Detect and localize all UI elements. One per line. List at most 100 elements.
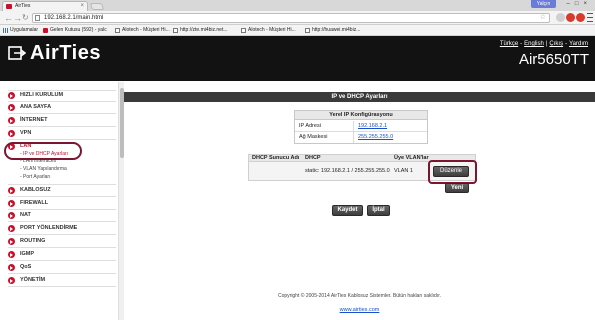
bookmark-star-icon[interactable]: ☆ xyxy=(540,14,546,22)
divider xyxy=(8,126,116,127)
copyright-text: Copyright © 2005-2014 AirTies Kablosuz S… xyxy=(277,293,442,299)
separator: - xyxy=(565,41,568,47)
col-dhcp: DHCP xyxy=(305,155,321,161)
browser-toolbar: ← → ↻ 192.168.2.1/main.html ☆ xyxy=(0,11,595,25)
separator: | xyxy=(545,41,548,47)
sidebar-item-nat[interactable]: NAT xyxy=(8,211,31,220)
mail-icon xyxy=(43,28,48,33)
divider xyxy=(8,221,116,222)
apps-grid-icon xyxy=(3,28,8,33)
sidebar-item-routing[interactable]: ROUTING xyxy=(8,237,45,246)
col-dhcp-server-name: DHCP Sunucu Adı xyxy=(252,155,300,161)
bookmark-inbox[interactable]: Gelen Kutusu (592) - yalc xyxy=(42,25,107,36)
lang-turkish-link[interactable]: Türkçe xyxy=(500,41,518,47)
bookmark-apps[interactable]: Uygulamalar xyxy=(2,25,38,36)
divider xyxy=(8,184,116,185)
airties-logo-icon xyxy=(8,46,26,60)
sidebar-item-vpn[interactable]: VPN xyxy=(8,129,31,138)
arrow-bullet-icon xyxy=(8,92,15,99)
edit-highlight-ring xyxy=(428,160,477,184)
profile-badge[interactable]: Yalçın xyxy=(531,0,556,8)
sidebar-item-wireless[interactable]: KABLOSUZ xyxy=(8,186,51,195)
window-controls[interactable]: –□× xyxy=(567,0,592,8)
section-title: IP ve DHCP Ayarları xyxy=(124,92,595,102)
sidebar: HIZLI KURULUM ANA SAYFA İNTERNET VPN LAN… xyxy=(0,82,118,320)
divider xyxy=(8,247,116,248)
sidebar-sub-port-settings[interactable]: - Port Ayarları xyxy=(20,174,50,181)
page-icon xyxy=(173,28,178,33)
bookmark-huawei[interactable]: http://huawei.mi4biz... xyxy=(304,25,360,36)
arrow-bullet-icon xyxy=(8,251,15,258)
back-arrow-icon[interactable]: ← xyxy=(4,13,13,23)
divider xyxy=(8,234,116,235)
cancel-button[interactable]: İptal xyxy=(367,205,390,216)
bookmark-alotech[interactable]: Alotech - Müşteri Hi... xyxy=(114,25,170,36)
logo-text: AirTies xyxy=(30,42,101,64)
divider xyxy=(8,139,116,140)
chrome-menu-icon[interactable] xyxy=(587,13,593,22)
tab-title: AirTies xyxy=(15,3,31,9)
page-icon xyxy=(241,28,246,33)
sidebar-item-quick-setup[interactable]: HIZLI KURULUM xyxy=(8,91,63,100)
subnet-mask-row: Ağ Maskesi 255.255.255.0 xyxy=(295,132,427,143)
page-icon xyxy=(35,15,40,21)
dhcp-static-value: static: 192.168.2.1 / 255.255.255.0 xyxy=(305,168,390,174)
logout-link[interactable]: Çıkış xyxy=(549,41,563,47)
forward-arrow-icon[interactable]: → xyxy=(13,13,22,23)
airties-website-link[interactable]: www.airties.com xyxy=(124,307,595,313)
divider xyxy=(353,121,354,132)
sidebar-item-firewall[interactable]: FIREWALL xyxy=(8,199,48,208)
page-icon xyxy=(115,28,120,33)
airties-favicon-icon xyxy=(6,4,12,9)
arrow-bullet-icon xyxy=(8,238,15,245)
divider xyxy=(8,286,116,287)
local-ip-config-panel: Yerel IP Konfigürasyonu IP Adresi 192.16… xyxy=(294,110,428,144)
extension-red-icon[interactable] xyxy=(566,13,575,22)
extension-red-icon-2[interactable] xyxy=(576,13,585,22)
sidebar-item-qos[interactable]: QoS xyxy=(8,263,31,272)
sidebar-scrollbar[interactable] xyxy=(118,82,124,320)
new-button[interactable]: Yeni xyxy=(445,183,469,193)
subnet-mask-link[interactable]: 255.255.255.0 xyxy=(358,132,393,143)
arrow-bullet-icon xyxy=(8,187,15,194)
arrow-bullet-icon xyxy=(8,264,15,271)
save-button[interactable]: Kaydet xyxy=(332,205,363,216)
tab-close-icon[interactable]: × xyxy=(80,2,84,11)
header-curve xyxy=(0,70,595,81)
subnet-mask-label: Ağ Maskesi xyxy=(299,134,328,140)
sidebar-item-internet[interactable]: İNTERNET xyxy=(8,116,48,125)
sidebar-sub-vlan[interactable]: - VLAN Yapılandırma xyxy=(20,166,67,173)
bookmark-zte[interactable]: http://zte.mi4biz.net... xyxy=(172,25,228,36)
help-link[interactable]: Yardım xyxy=(569,41,588,47)
arrow-bullet-icon xyxy=(8,117,15,124)
bookmark-alotech-2[interactable]: Alotech - Müşteri Hi... xyxy=(240,25,296,36)
arrow-bullet-icon xyxy=(8,200,15,207)
extension-icon[interactable] xyxy=(556,13,565,22)
lang-english-link[interactable]: English xyxy=(524,41,544,47)
sidebar-item-management[interactable]: YÖNETİM xyxy=(8,276,45,285)
sidebar-item-home[interactable]: ANA SAYFA xyxy=(8,103,51,112)
reload-icon[interactable]: ↻ xyxy=(22,13,29,23)
address-url: 192.168.2.1/main.html xyxy=(44,15,104,21)
divider xyxy=(353,132,354,143)
new-tab-button[interactable] xyxy=(89,3,105,10)
arrow-bullet-icon xyxy=(8,104,15,111)
divider xyxy=(8,113,116,114)
arrow-bullet-icon xyxy=(8,277,15,284)
divider xyxy=(8,209,116,210)
browser-tab[interactable]: AirTies × xyxy=(2,1,88,11)
col-member-vlans: Üye VLAN'lar xyxy=(394,155,429,161)
browser-tabstrip: AirTies × Yalçın –□× xyxy=(0,0,595,11)
divider xyxy=(8,196,116,197)
sidebar-item-igmp[interactable]: IGMP xyxy=(8,250,34,259)
address-bar[interactable]: 192.168.2.1/main.html ☆ xyxy=(32,13,550,23)
page-icon xyxy=(305,28,310,33)
ip-config-title: Yerel IP Konfigürasyonu xyxy=(295,111,427,120)
ip-address-link[interactable]: 192.168.2.1 xyxy=(358,121,387,132)
sidebar-item-port-forwarding[interactable]: PORT YÖNLENDİRME xyxy=(8,224,77,233)
arrow-bullet-icon xyxy=(8,130,15,137)
member-vlan-value: VLAN 1 xyxy=(394,168,413,174)
arrow-bullet-icon xyxy=(8,225,15,232)
arrow-bullet-icon xyxy=(8,212,15,219)
header-links: Türkçe - English | Çıkış - Yardım xyxy=(500,41,588,47)
